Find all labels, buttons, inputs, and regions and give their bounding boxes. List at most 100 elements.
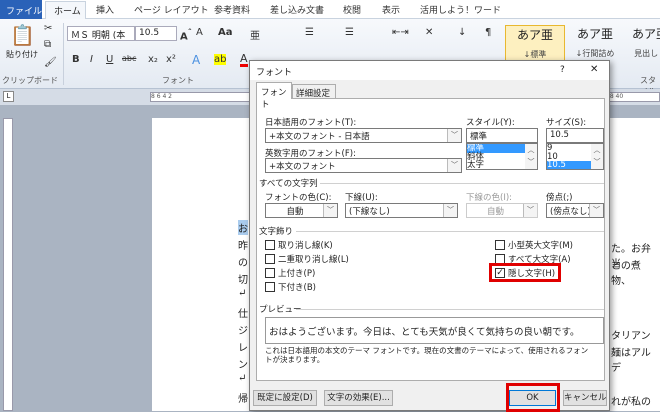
document-text: との煮物、 bbox=[611, 261, 641, 287]
tab-view[interactable]: 表示 bbox=[382, 3, 400, 16]
tab-mailings[interactable]: 差し込み文書 bbox=[270, 3, 324, 16]
strikethrough-icon[interactable]: abc bbox=[122, 54, 136, 63]
font-size-combo[interactable]: 10.5 bbox=[135, 26, 177, 41]
style-input[interactable]: 標準 bbox=[466, 128, 538, 143]
font-color-icon[interactable]: A bbox=[240, 53, 248, 67]
checkbox[interactable] bbox=[265, 254, 275, 264]
dialog-titlebar: フォント ? ✕ bbox=[250, 61, 609, 80]
checkbox[interactable] bbox=[265, 282, 275, 292]
scrollbar[interactable]: ︿ ﹀ bbox=[525, 144, 537, 169]
italic-icon[interactable]: I bbox=[90, 54, 93, 65]
bullets-icon[interactable]: ☰ bbox=[305, 27, 314, 38]
phonetic-icon[interactable]: 亜 bbox=[250, 27, 260, 42]
highlight-box-ok bbox=[506, 383, 560, 412]
highlight-icon[interactable]: ab bbox=[214, 54, 227, 65]
indent-icon[interactable]: ⇤⇥ bbox=[392, 27, 409, 38]
highlight-box-hidden-text bbox=[489, 263, 561, 282]
change-case-icon[interactable]: Aa bbox=[218, 27, 233, 38]
chevron-down-icon: ﹀ bbox=[447, 129, 461, 142]
tab-katsuyou[interactable]: 活用しよう！ワード bbox=[420, 3, 501, 16]
checkbox[interactable] bbox=[495, 240, 505, 250]
document-text: ↵ bbox=[238, 288, 247, 299]
effect-checkbox[interactable]: 下付き(B) bbox=[265, 281, 316, 293]
tab-insert[interactable]: 挿入 bbox=[96, 3, 114, 16]
style-label: スタイル(Y): bbox=[466, 118, 515, 128]
paste-icon[interactable]: 📋 bbox=[10, 23, 35, 47]
preview-box: おはようございます。今日は、とても天気が良くて気持ちの良い朝です。 bbox=[265, 317, 604, 344]
copy-icon[interactable]: ⧉ bbox=[44, 39, 51, 50]
effect-checkbox[interactable]: 二重取り消し線(L) bbox=[265, 253, 349, 265]
document-text: ↵ bbox=[238, 373, 247, 384]
document-text: の bbox=[238, 258, 248, 269]
font-color-combo[interactable]: 自動 ﹀ bbox=[265, 203, 338, 218]
document-text: ン bbox=[238, 360, 248, 371]
size-label: サイズ(S): bbox=[546, 118, 587, 128]
close-button[interactable]: ✕ bbox=[590, 64, 598, 75]
underline-color-combo: 自動 ﹀ bbox=[466, 203, 538, 218]
size-list[interactable]: 9 10 10.5 ︿ ﹀ bbox=[546, 143, 604, 170]
en-font-combo[interactable]: +本文のフォント ﹀ bbox=[265, 158, 462, 173]
underline-icon[interactable]: U bbox=[106, 54, 113, 65]
document-text: 麺はアルデ bbox=[611, 348, 651, 374]
vertical-ruler[interactable] bbox=[3, 118, 13, 411]
clipboard-group-label: クリップボード bbox=[2, 76, 58, 85]
checkbox[interactable] bbox=[265, 268, 275, 278]
checkbox[interactable] bbox=[265, 240, 275, 250]
jp-font-label: 日本語用のフォント(T): bbox=[265, 118, 357, 128]
text-effects-button[interactable]: 文字の効果(E)... bbox=[324, 390, 393, 406]
paste-button[interactable]: 貼り付け bbox=[6, 49, 38, 60]
chevron-down-icon: ﹀ bbox=[447, 159, 461, 172]
shrink-font-icon[interactable]: A bbox=[196, 27, 203, 38]
emphasis-label: 傍点(;) bbox=[546, 193, 573, 203]
checkbox-label: 取り消し線(K) bbox=[278, 241, 333, 251]
tab-references[interactable]: 参考資料 bbox=[214, 3, 250, 16]
numbering-icon[interactable]: ☰ bbox=[345, 27, 354, 38]
effect-checkbox[interactable]: 取り消し線(K) bbox=[265, 239, 333, 251]
document-text: 帰 bbox=[238, 394, 248, 405]
bold-icon[interactable]: B bbox=[72, 54, 80, 65]
document-text: タリアン bbox=[611, 331, 651, 342]
effect-checkbox[interactable]: 上付き(P) bbox=[265, 267, 315, 279]
underline-color-label: 下線の色(I): bbox=[466, 193, 513, 203]
sort-icon[interactable]: ↓ bbox=[458, 27, 466, 38]
font-dialog: フォント ? ✕ フォント 詳細設定 日本語用のフォント(T): +本文のフォン… bbox=[249, 60, 610, 412]
tab-advanced[interactable]: 詳細設定 bbox=[292, 84, 336, 99]
dialog-title: フォント bbox=[256, 68, 293, 78]
checkbox-label: 上付き(P) bbox=[278, 269, 316, 279]
text-effects-icon[interactable]: A bbox=[192, 53, 200, 67]
scrollbar[interactable]: ︿ ﹀ bbox=[591, 144, 603, 169]
asian-layout-icon[interactable]: ✕ bbox=[425, 27, 433, 38]
grow-font-icon[interactable]: Aˆ bbox=[180, 27, 192, 42]
cut-icon[interactable]: ✂ bbox=[44, 23, 52, 34]
all-text-section: すべての文字列 bbox=[259, 179, 318, 189]
effect-checkbox[interactable]: 小型英大文字(M) bbox=[495, 239, 573, 251]
subscript-icon[interactable]: x₂ bbox=[148, 54, 158, 65]
style-heading1[interactable]: あア亜見出し 1 bbox=[620, 25, 660, 71]
document-text: 仕 bbox=[238, 309, 248, 320]
font-color-label: フォントの色(C): bbox=[265, 193, 332, 203]
show-marks-icon[interactable]: ¶ bbox=[485, 27, 491, 38]
tab-file[interactable]: ファイル bbox=[0, 0, 42, 19]
cancel-button[interactable]: キャンセル bbox=[563, 390, 607, 406]
size-input[interactable]: 10.5 bbox=[546, 128, 604, 143]
chevron-down-icon: ﹀ bbox=[323, 204, 337, 217]
ribbon-tabs: ファイル ホーム 挿入 ページ レイアウト 参考資料 差し込み文書 校閲 表示 … bbox=[0, 0, 660, 20]
emphasis-combo[interactable]: (傍点なし) ﹀ bbox=[546, 203, 604, 218]
tab-font[interactable]: フォント bbox=[256, 82, 292, 110]
checkbox-label: 下付き(B) bbox=[278, 283, 316, 293]
format-painter-icon[interactable]: 🖌 bbox=[44, 57, 57, 68]
jp-font-combo[interactable]: +本文のフォント - 日本語 ﹀ bbox=[265, 128, 462, 143]
tab-selector[interactable]: L bbox=[3, 91, 14, 102]
tab-home[interactable]: ホーム bbox=[45, 1, 86, 20]
tab-review[interactable]: 校閲 bbox=[343, 3, 361, 16]
style-list[interactable]: 標準 斜体 太字 ︿ ﹀ bbox=[466, 143, 538, 170]
chevron-down-icon: ﹀ bbox=[589, 204, 603, 217]
tab-page-layout[interactable]: ページ レイアウト bbox=[134, 3, 209, 16]
set-default-button[interactable]: 既定に設定(D) bbox=[253, 390, 317, 406]
font-name-combo[interactable]: ＭＳ 明朝 (本 bbox=[67, 26, 135, 41]
list-item[interactable]: 10.5 bbox=[547, 161, 592, 169]
superscript-icon[interactable]: x² bbox=[166, 54, 176, 65]
chevron-down-icon: ﹀ bbox=[443, 204, 457, 217]
help-button[interactable]: ? bbox=[560, 65, 565, 75]
underline-combo[interactable]: (下線なし) ﹀ bbox=[345, 203, 458, 218]
